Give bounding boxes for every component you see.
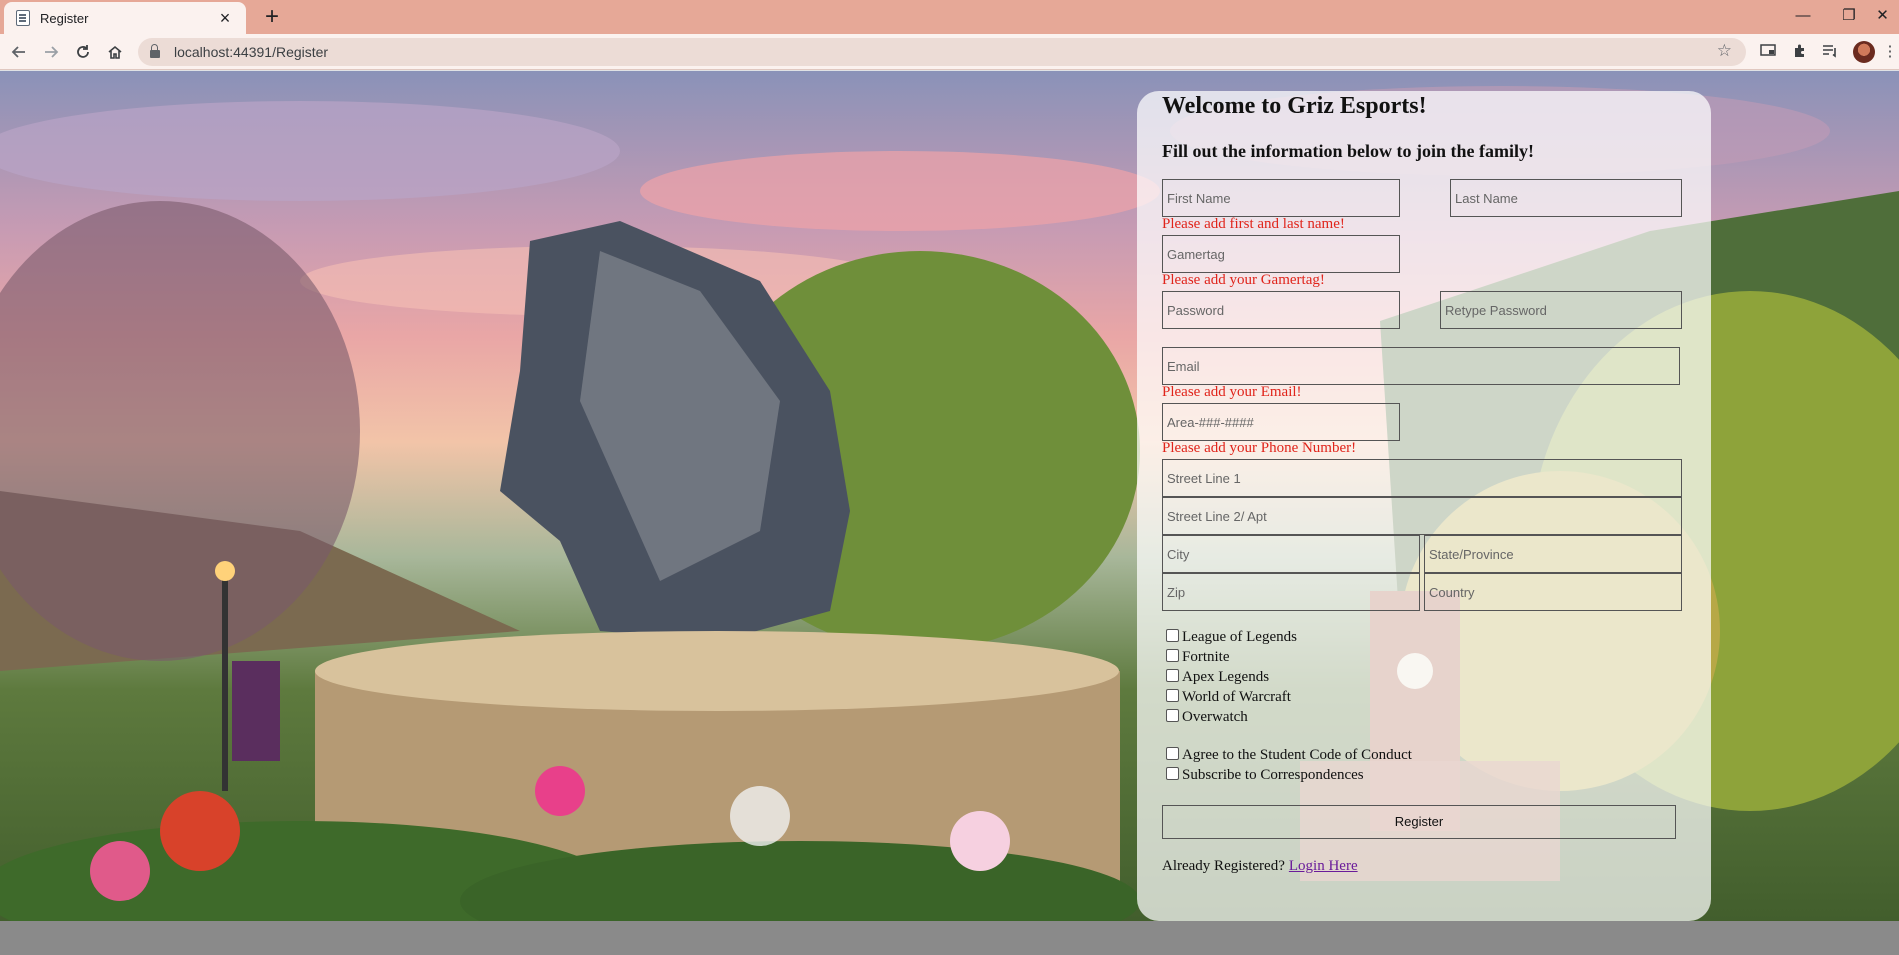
game-checkbox[interactable] (1166, 709, 1179, 722)
forward-arrow-icon[interactable] (39, 40, 63, 64)
password-field[interactable] (1162, 291, 1400, 329)
agree-label: Agree to the Student Code of Conduct (1182, 747, 1412, 763)
address-bar[interactable]: localhost:44391/Register ☆ (138, 38, 1746, 66)
game-label: World of Warcraft (1182, 689, 1291, 705)
tab-close-icon[interactable]: × (216, 9, 234, 27)
game-option-overwatch[interactable]: Overwatch (1166, 709, 1248, 726)
page-favicon-icon (16, 10, 30, 26)
subscribe-label: Subscribe to Correspondences (1182, 767, 1364, 783)
agree-code-of-conduct[interactable]: Agree to the Student Code of Conduct (1166, 747, 1412, 764)
game-option-apex-legends[interactable]: Apex Legends (1166, 669, 1269, 686)
lock-icon (150, 43, 160, 58)
page-title: Welcome to Griz Esports! (1162, 93, 1427, 119)
tab-title: Register (40, 10, 89, 26)
home-icon[interactable] (103, 40, 127, 64)
retype-password-field[interactable] (1440, 291, 1682, 329)
register-button[interactable]: Register (1162, 805, 1676, 839)
minimize-button[interactable]: — (1780, 0, 1826, 30)
new-tab-button[interactable]: + (258, 3, 286, 31)
game-option-world-of-warcraft[interactable]: World of Warcraft (1166, 689, 1291, 706)
registration-card: Welcome to Griz Esports! Fill out the in… (1137, 91, 1711, 921)
profile-avatar[interactable] (1853, 41, 1875, 63)
last-name-field[interactable] (1450, 179, 1682, 217)
game-label: Overwatch (1182, 709, 1248, 725)
game-label: Apex Legends (1182, 669, 1270, 685)
subscribe-checkbox[interactable] (1166, 767, 1179, 780)
login-prompt: Already Registered? Login Here (1162, 858, 1358, 875)
browser-tab[interactable]: Register × (4, 2, 246, 34)
name-error: Please add first and last name! (1162, 216, 1345, 232)
star-icon[interactable]: ☆ (1717, 41, 1732, 61)
zip-field[interactable] (1162, 573, 1420, 611)
reading-list-icon[interactable] (1820, 41, 1840, 61)
email-field[interactable] (1162, 347, 1680, 385)
puzzle-icon[interactable] (1790, 41, 1810, 61)
reload-icon[interactable] (71, 40, 95, 64)
game-option-league-of-legends[interactable]: League of Legends (1166, 629, 1297, 646)
browser-tabstrip: Register × + — ❐ ✕ (0, 0, 1899, 34)
back-arrow-icon[interactable] (7, 40, 31, 64)
street-line-1-field[interactable] (1162, 459, 1682, 497)
game-checkbox[interactable] (1166, 669, 1179, 682)
phone-field[interactable] (1162, 403, 1400, 441)
browser-toolbar: localhost:44391/Register ☆ ⋮ (0, 34, 1899, 70)
gamertag-field[interactable] (1162, 235, 1400, 273)
url-text: localhost:44391/Register (174, 44, 329, 60)
already-registered-text: Already Registered? (1162, 858, 1285, 874)
phone-error: Please add your Phone Number! (1162, 440, 1357, 456)
gamertag-error: Please add your Gamertag! (1162, 272, 1325, 288)
first-name-field[interactable] (1162, 179, 1400, 217)
game-option-fortnite[interactable]: Fortnite (1166, 649, 1230, 666)
close-window-button[interactable]: ✕ (1866, 0, 1899, 30)
city-field[interactable] (1162, 535, 1420, 573)
game-checkbox[interactable] (1166, 649, 1179, 662)
email-error: Please add your Email! (1162, 384, 1302, 400)
page-viewport: Welcome to Griz Esports! Fill out the in… (0, 71, 1899, 955)
subscribe-correspondences[interactable]: Subscribe to Correspondences (1166, 767, 1364, 784)
game-label: Fortnite (1182, 649, 1230, 665)
login-link[interactable]: Login Here (1289, 858, 1358, 874)
state-field[interactable] (1424, 535, 1682, 573)
street-line-2-field[interactable] (1162, 497, 1682, 535)
menu-icon[interactable]: ⋮ (1880, 41, 1899, 61)
agree-checkbox[interactable] (1166, 747, 1179, 760)
game-checkbox[interactable] (1166, 689, 1179, 702)
country-field[interactable] (1424, 573, 1682, 611)
game-label: League of Legends (1182, 629, 1297, 645)
game-checkbox[interactable] (1166, 629, 1179, 642)
cast-icon[interactable] (1758, 41, 1778, 61)
page-subtitle: Fill out the information below to join t… (1162, 141, 1534, 161)
